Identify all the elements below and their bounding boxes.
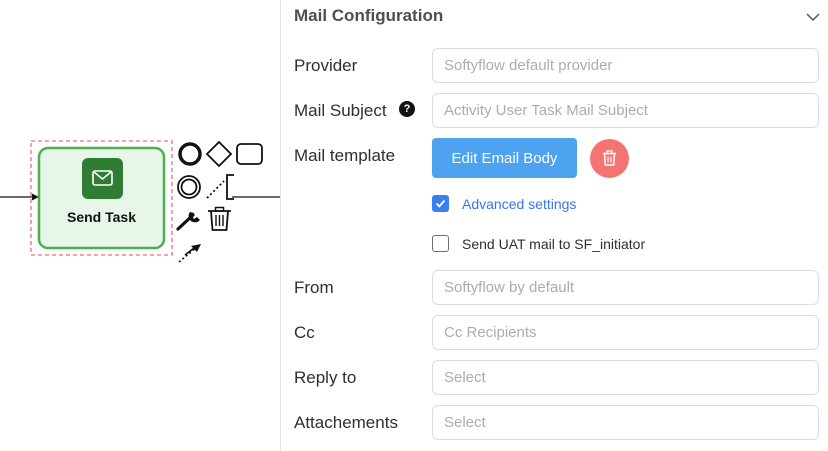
attachments-label: Attachements — [294, 413, 398, 432]
advanced-settings-label[interactable]: Advanced settings — [462, 196, 576, 212]
mail-subject-label: Mail Subject — [294, 101, 387, 120]
cc-label: Cc — [294, 323, 315, 342]
canvas-drawing — [0, 140, 280, 263]
section-title: Mail Configuration — [294, 6, 444, 25]
from-field[interactable] — [432, 270, 819, 305]
envelope-icon — [82, 158, 123, 199]
advanced-settings-row[interactable]: Advanced settings — [432, 195, 576, 212]
provider-label: Provider — [294, 56, 358, 75]
checkmark-icon — [435, 199, 446, 208]
cc-field[interactable] — [432, 315, 819, 350]
provider-field[interactable] — [432, 48, 819, 83]
trash-icon — [603, 150, 616, 166]
provider-input[interactable] — [433, 49, 818, 82]
end-event-icon[interactable] — [178, 142, 202, 166]
mail-subject-input[interactable] — [433, 94, 818, 127]
help-icon[interactable]: ? — [399, 101, 415, 117]
reply-to-select[interactable] — [432, 360, 819, 395]
mail-template-label: Mail template — [294, 146, 396, 165]
mail-subject-field[interactable] — [432, 93, 819, 128]
gateway-icon[interactable] — [205, 140, 233, 168]
send-uat-row[interactable]: Send UAT mail to SF_initiator — [432, 235, 645, 252]
send-uat-checkbox[interactable] — [432, 235, 449, 252]
send-uat-label[interactable]: Send UAT mail to SF_initiator — [462, 236, 645, 252]
attachments-input[interactable] — [433, 406, 818, 439]
text-annotation-icon[interactable] — [206, 174, 234, 200]
reply-to-label: Reply to — [294, 368, 357, 387]
incoming-sequence-flow[interactable] — [0, 193, 39, 201]
advanced-settings-checkbox[interactable] — [432, 195, 449, 212]
task-icon[interactable] — [236, 143, 263, 165]
delete-template-button[interactable] — [590, 139, 629, 178]
edit-email-body-button[interactable]: Edit Email Body — [432, 138, 577, 178]
cc-input[interactable] — [433, 316, 818, 349]
connect-icon[interactable] — [178, 244, 201, 263]
wrench-icon[interactable] — [176, 212, 200, 231]
send-task-label: Send Task — [67, 209, 136, 225]
bpmn-canvas[interactable]: Send Task — [0, 0, 280, 451]
attachments-select[interactable] — [432, 405, 819, 440]
reply-to-input[interactable] — [433, 361, 818, 394]
properties-panel: Mail Configuration Provider Mail Subject… — [280, 0, 828, 451]
intermediate-event-icon[interactable] — [177, 175, 201, 199]
from-input[interactable] — [433, 271, 818, 304]
from-label: From — [294, 278, 334, 297]
chevron-down-icon[interactable] — [805, 10, 821, 24]
trash-icon[interactable] — [208, 206, 231, 231]
